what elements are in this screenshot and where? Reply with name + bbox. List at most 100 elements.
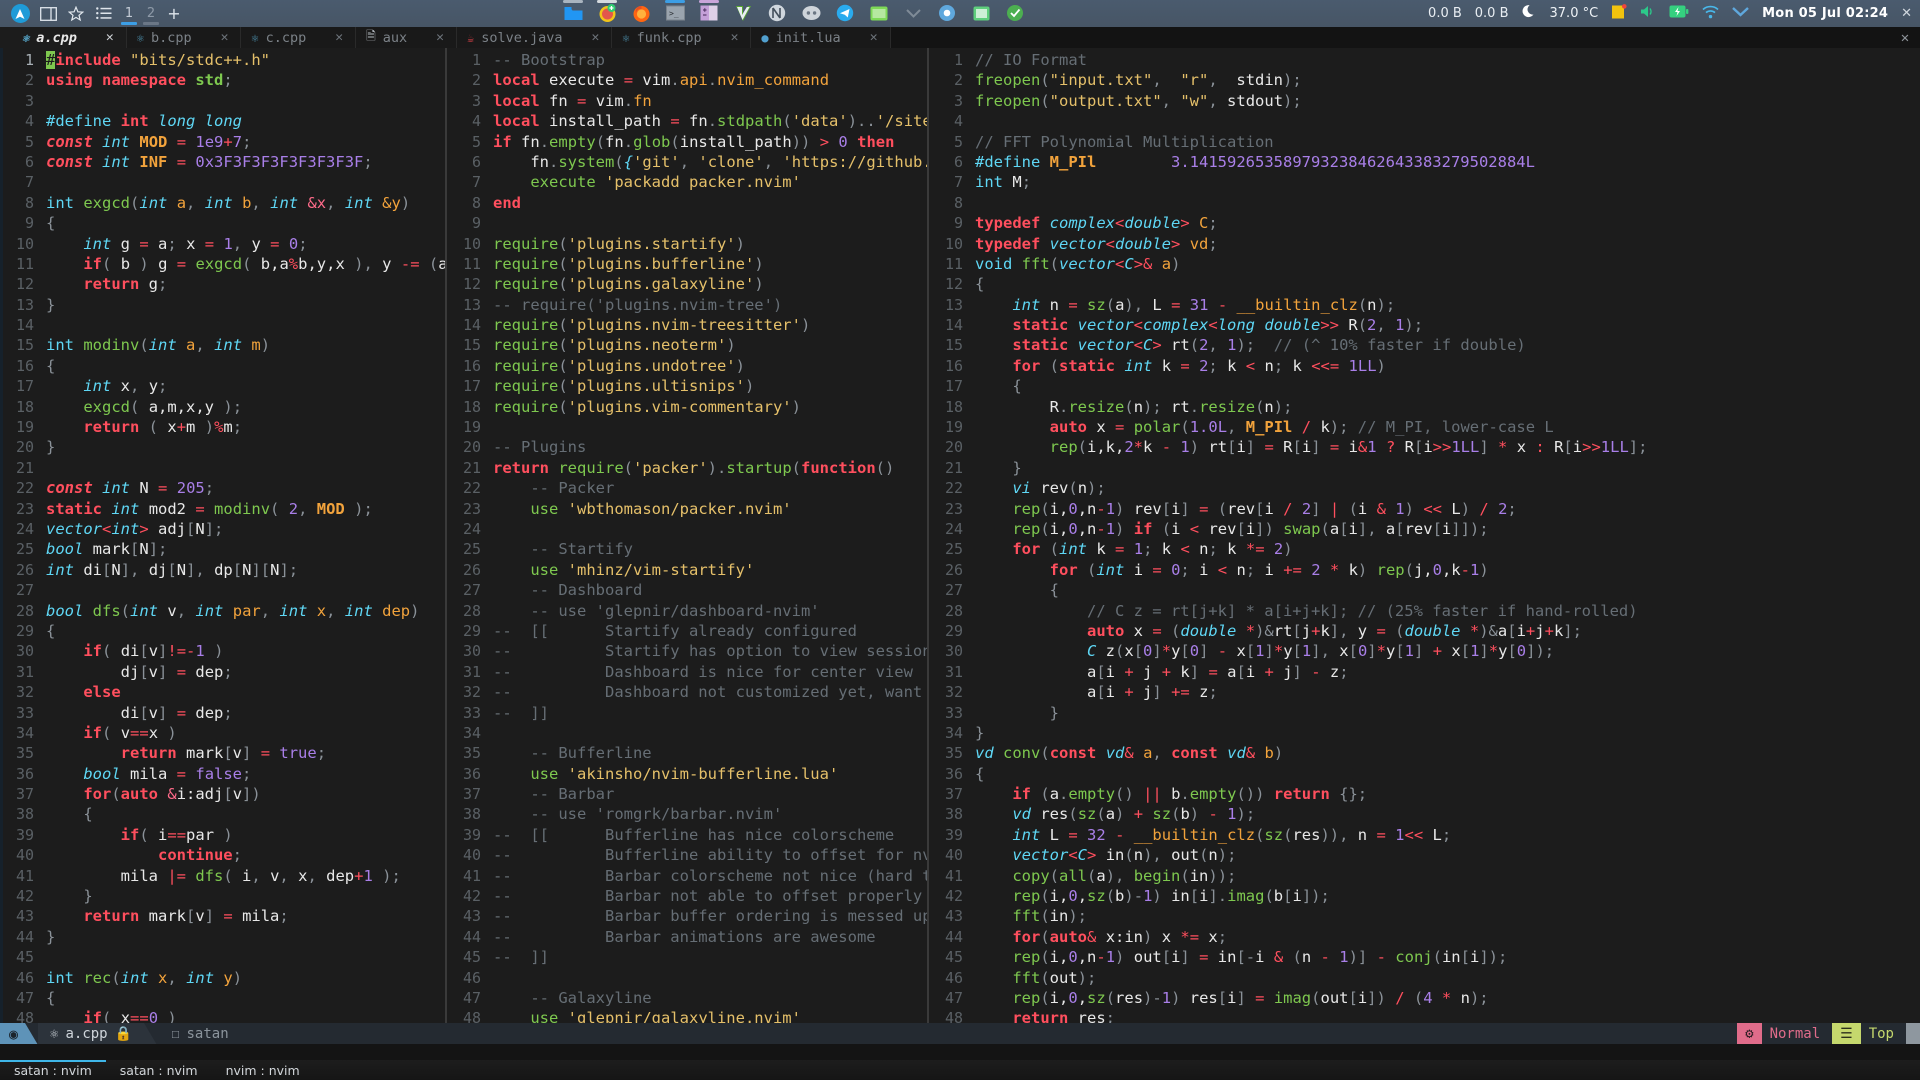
code-line[interactable]: 29 -- [[ Startify already configured bbox=[447, 621, 927, 641]
code-line[interactable]: 43 -- Barbar buffer ordering is messed up bbox=[447, 906, 927, 926]
code-line[interactable]: 28 -- use 'glepnir/dashboard-nvim' bbox=[447, 601, 927, 621]
code-line[interactable]: 1 -- Bootstrap bbox=[447, 50, 927, 70]
code-line[interactable]: 30 if( di[v]!=-1 ) bbox=[0, 641, 445, 661]
code-line[interactable]: 24 bbox=[447, 519, 927, 539]
code-line[interactable]: 18 exgcd( a,m,x,y ); bbox=[0, 397, 445, 417]
code-line[interactable]: 10 int g = a; x = 1, y = 0; bbox=[0, 234, 445, 254]
code-line[interactable]: 30 -- Startify has option to view session… bbox=[447, 641, 927, 661]
code-line[interactable]: 47 rep(i,0,sz(res)-1) res[i] = imag(out[… bbox=[929, 988, 1920, 1008]
code-line[interactable]: 2 using namespace std; bbox=[0, 70, 445, 90]
code-line[interactable]: 5 const int MOD = 1e9+7; bbox=[0, 132, 445, 152]
code-line[interactable]: 8 int exgcd(int a, int b, int &x, int &y) bbox=[0, 193, 445, 213]
code-line[interactable]: 21 bbox=[0, 458, 445, 478]
code-line[interactable]: 35 -- Bufferline bbox=[447, 743, 927, 763]
code-line[interactable]: 35 vd conv(const vd& a, const vd& b) bbox=[929, 743, 1920, 763]
vim-icon[interactable] bbox=[730, 0, 756, 26]
code-line[interactable]: 10 typedef vector<double> vd; bbox=[929, 234, 1920, 254]
code-line[interactable]: 7 int M; bbox=[929, 172, 1920, 192]
code-line[interactable]: 6 fn.system({'git', 'clone', 'https://gi… bbox=[447, 152, 927, 172]
code-line[interactable]: 15 require('plugins.neoterm') bbox=[447, 335, 927, 355]
code-line[interactable]: 40 vector<C> in(n), out(n); bbox=[929, 845, 1920, 865]
discord-icon[interactable] bbox=[798, 0, 824, 26]
code-line[interactable]: 9 typedef complex<double> C; bbox=[929, 213, 1920, 233]
list-icon[interactable] bbox=[90, 0, 118, 27]
code-line[interactable]: 22 -- Packer bbox=[447, 478, 927, 498]
code-line[interactable]: 22 vi rev(n); bbox=[929, 478, 1920, 498]
code-line[interactable]: 6 const int INF = 0x3F3F3F3F3F3F3F3F; bbox=[0, 152, 445, 172]
code-line[interactable]: 37 for(auto &i:adj[v]) bbox=[0, 784, 445, 804]
code-line[interactable]: 28 // C z = rt[j+k] * a[i+j+k]; // (25% … bbox=[929, 601, 1920, 621]
code-line[interactable]: 16 { bbox=[0, 356, 445, 376]
code-line[interactable]: 44 for(auto& x:in) x *= x; bbox=[929, 927, 1920, 947]
close-buffer-icon[interactable]: ✕ bbox=[313, 30, 343, 45]
code-line[interactable]: 33 } bbox=[929, 703, 1920, 723]
chevron-down-tray-icon[interactable] bbox=[900, 0, 926, 26]
arch-logo-icon[interactable] bbox=[6, 0, 34, 27]
code-line[interactable]: 45 rep(i,0,n-1) out[i] = in[-i & (n - 1)… bbox=[929, 947, 1920, 967]
code-line[interactable]: 4 #define int long long bbox=[0, 111, 445, 131]
code-line[interactable]: 4 local install_path = fn.stdpath('data')… bbox=[447, 111, 927, 131]
code-line[interactable]: 4 bbox=[929, 111, 1920, 131]
code-line[interactable]: 14 bbox=[0, 315, 445, 335]
close-buffer-icon[interactable]: ✕ bbox=[709, 30, 739, 45]
code-line[interactable]: 13 int n = sz(a), L = 31 - __builtin_clz… bbox=[929, 295, 1920, 315]
code-line[interactable]: 39 int L = 32 - __builtin_clz(sz(res)), … bbox=[929, 825, 1920, 845]
code-line[interactable]: 25 for (int k = 1; k < n; k *= 2) bbox=[929, 539, 1920, 559]
code-line[interactable]: 11 require('plugins.bufferline') bbox=[447, 254, 927, 274]
code-line[interactable]: 41 -- Barbar colorscheme not nice (hard t… bbox=[447, 866, 927, 886]
buffer-tab-aux[interactable]: 🗎 aux ✕ bbox=[356, 27, 457, 48]
window-layout-icon[interactable] bbox=[34, 0, 62, 27]
code-line[interactable]: 36 use 'akinsho/nvim-bufferline.lua' bbox=[447, 764, 927, 784]
code-line[interactable]: 29 auto x = (double *)&rt[j+k], y = (dou… bbox=[929, 621, 1920, 641]
code-line[interactable]: 43 return mark[v] = mila; bbox=[0, 906, 445, 926]
code-line[interactable]: 33 -- ]] bbox=[447, 703, 927, 723]
close-buffer-icon[interactable]: ✕ bbox=[84, 30, 114, 45]
code-line[interactable]: 13} bbox=[0, 295, 445, 315]
code-line[interactable]: 2 freopen("input.txt", "r", stdin); bbox=[929, 70, 1920, 90]
close-icon[interactable]: ✕ bbox=[1901, 6, 1912, 21]
code-line[interactable]: 40 -- Bufferline ability to offset for nv… bbox=[447, 845, 927, 865]
close-buffer-icon[interactable]: ✕ bbox=[848, 30, 878, 45]
code-line[interactable]: 39 -- [[ Bufferline has nice colorscheme bbox=[447, 825, 927, 845]
spotify-icon[interactable] bbox=[866, 0, 892, 26]
code-line[interactable]: 20 rep(i,k,2*k - 1) rt[i] = R[i] = i&1 ?… bbox=[929, 437, 1920, 457]
code-line[interactable]: 3 bbox=[0, 91, 445, 111]
code-line[interactable]: 5 // FFT Polynomial Multiplication bbox=[929, 132, 1920, 152]
code-line[interactable]: 21 return require('packer').startup(funct… bbox=[447, 458, 927, 478]
code-line[interactable]: 10 require('plugins.startify') bbox=[447, 234, 927, 254]
browser-icon[interactable] bbox=[934, 0, 960, 26]
battery-charging-icon[interactable] bbox=[1669, 5, 1689, 22]
taskbar-item-2[interactable]: nvim : nvim bbox=[212, 1060, 314, 1080]
code-line[interactable]: 27 bbox=[0, 580, 445, 600]
code-line[interactable]: 31 -- Dashboard is nice for center view bbox=[447, 662, 927, 682]
star-icon[interactable] bbox=[62, 0, 90, 27]
close-buffer-icon[interactable]: ✕ bbox=[570, 30, 600, 45]
code-line[interactable]: 45 -- ]] bbox=[447, 947, 927, 967]
buffer-tab-c-cpp[interactable]: ⚛ c.cpp ✕ bbox=[241, 27, 357, 48]
code-line[interactable]: 46 int rec(int x, int y) bbox=[0, 968, 445, 988]
code-line[interactable]: 9{ bbox=[0, 213, 445, 233]
code-line[interactable]: 45 bbox=[0, 947, 445, 967]
code-line[interactable]: 2 local execute = vim.api.nvim_command bbox=[447, 70, 927, 90]
code-line[interactable]: 18 R.resize(n); rt.resize(n); bbox=[929, 397, 1920, 417]
code-line[interactable]: 23 static int mod2 = modinv( 2, MOD ); bbox=[0, 499, 445, 519]
wifi-icon[interactable] bbox=[1702, 5, 1719, 23]
sticky-note-icon[interactable] bbox=[1611, 3, 1627, 24]
code-line[interactable]: 15 int modinv(int a, int m) bbox=[0, 335, 445, 355]
buffer-tab-a-cpp[interactable]: ⚛ a.cpp ✕ bbox=[0, 27, 127, 48]
code-line[interactable]: 8 bbox=[929, 193, 1920, 213]
code-line[interactable]: 27 -- Dashboard bbox=[447, 580, 927, 600]
code-line[interactable]: 44} bbox=[0, 927, 445, 947]
code-line[interactable]: 42 -- Barbar not able to offset properly … bbox=[447, 886, 927, 906]
code-line[interactable]: 38 { bbox=[0, 804, 445, 824]
code-line[interactable]: 19 return ( x+m )%m; bbox=[0, 417, 445, 437]
code-line[interactable]: 47 { bbox=[0, 988, 445, 1008]
terminal-icon[interactable]: >_ bbox=[662, 0, 688, 26]
moon-icon[interactable] bbox=[1522, 4, 1537, 23]
close-buffer-icon[interactable]: ✕ bbox=[414, 30, 444, 45]
files-icon[interactable] bbox=[560, 0, 586, 26]
telegram-icon[interactable] bbox=[832, 0, 858, 26]
code-line[interactable]: 9 bbox=[447, 213, 927, 233]
code-line[interactable]: 12 return g; bbox=[0, 274, 445, 294]
close-buffer-icon[interactable]: ✕ bbox=[199, 30, 229, 45]
